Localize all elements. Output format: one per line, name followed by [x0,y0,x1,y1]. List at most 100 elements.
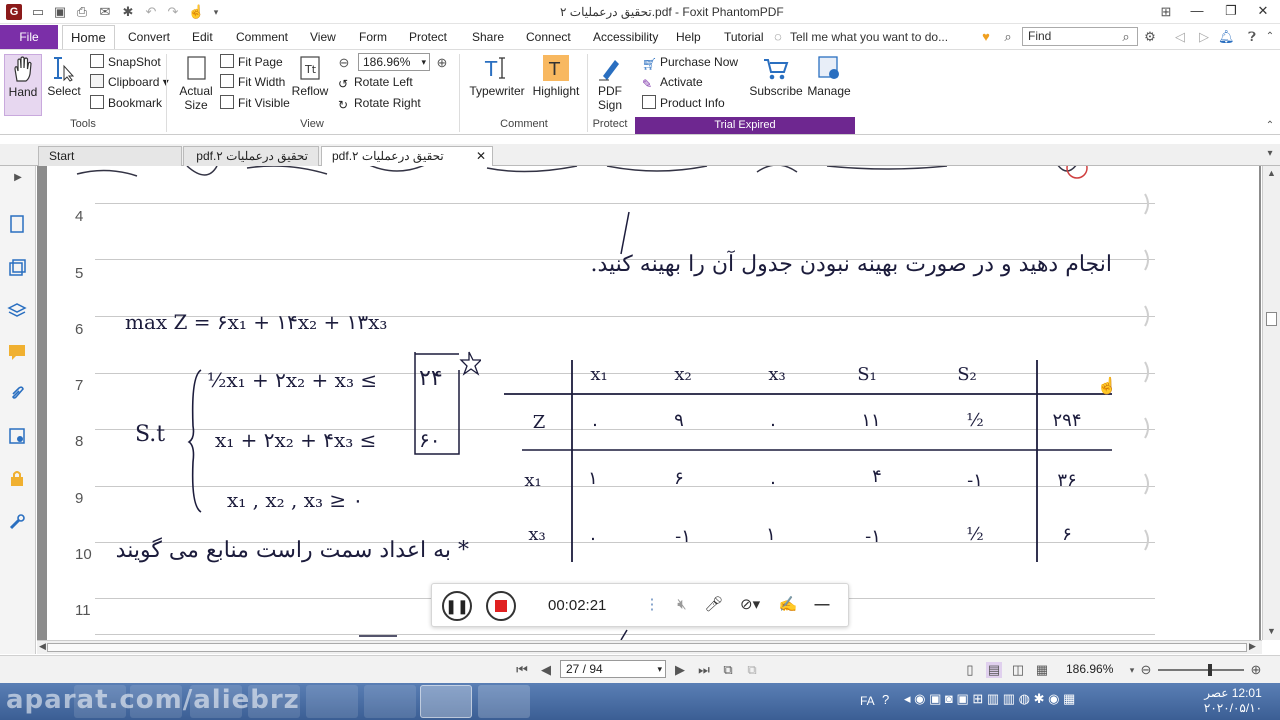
internet-explorer-taskbar-icon[interactable] [130,685,182,718]
facing-view-icon[interactable]: ◫ [1010,662,1026,678]
scroll-left-icon[interactable]: ◀ [39,641,46,652]
tell-me-search[interactable]: Tell me what you want to do... [790,25,948,49]
split-view-icon[interactable]: ⧉ [744,662,760,678]
redo-icon[interactable]: ↷ [165,4,181,20]
continuous-view-icon[interactable]: ▤ [986,662,1002,678]
layers-icon[interactable] [7,258,27,278]
minimize-recorder-icon[interactable]: — [812,595,832,615]
collapse-ribbon-icon[interactable]: ⌃ [1262,29,1278,45]
tab-share[interactable]: Share [472,25,504,49]
first-page-icon[interactable]: ⏮ [514,662,530,678]
opera-taskbar-icon[interactable] [306,685,358,718]
ribbon-display-icon[interactable]: ⊞ [1158,4,1174,20]
customize-dropdown-icon[interactable]: ▾ [208,4,224,20]
lock-icon[interactable] [7,468,27,488]
pages-icon[interactable] [7,214,27,234]
signature-panel-icon[interactable] [7,426,27,446]
subscribe-button[interactable]: Subscribe [748,54,804,98]
file-explorer-taskbar-icon[interactable] [190,685,242,718]
close-tab-icon[interactable]: ✕ [476,147,486,166]
tab-view[interactable]: View [310,25,336,49]
actual-size-button[interactable]: Actual Size [176,54,216,112]
search-icon[interactable]: ⌕ [1118,29,1134,45]
minimize-button[interactable]: — [1180,0,1214,22]
hand-tool-quick-icon[interactable]: ☝ [188,4,204,20]
next-page-icon[interactable]: ▶ [672,662,688,678]
horizontal-scroll-thumb[interactable] [47,643,1247,652]
help-icon[interactable]: ❓︎ [1244,29,1260,45]
new-icon[interactable]: ✱ [120,4,136,20]
language-indicator[interactable]: FA [860,694,875,708]
single-page-view-icon[interactable]: ▯ [962,662,978,678]
product-info-button[interactable]: Product Info [642,93,725,113]
rotate-left-button[interactable]: ↺ Rotate Left [336,72,413,92]
scroll-right-icon[interactable]: ▶ [1249,641,1256,652]
heart-icon[interactable]: ♥ [978,29,994,45]
tab-list-icon[interactable]: ▾ [1262,146,1278,162]
fit-page-button[interactable]: Fit Page [220,52,283,72]
tab-accessibility[interactable]: Accessibility [593,25,658,49]
back-icon[interactable]: ◁ [1172,29,1188,45]
help-tray-icon[interactable]: ? [882,692,889,707]
reflow-button[interactable]: Tt Reflow [290,54,330,98]
screen-recorder-taskbar-icon[interactable] [478,685,530,718]
media-player-taskbar-icon[interactable] [74,685,126,718]
attachment-icon[interactable] [7,384,27,404]
tab-protect[interactable]: Protect [409,25,447,49]
tab-help[interactable]: Help [676,25,701,49]
print-icon[interactable]: ⎙ [74,4,90,20]
pdf-sign-button[interactable]: PDF Sign [592,54,628,112]
microphone-icon[interactable]: 🎤︎ [704,595,724,615]
page-number-input[interactable]: 27 / 94 ▾ [560,660,666,678]
select-tool-button[interactable]: Select [46,54,82,98]
tab-start[interactable]: Start [38,146,182,166]
close-window-button[interactable]: ✕ [1246,0,1280,22]
restore-button[interactable]: ❐ [1214,0,1248,22]
zoom-in-icon[interactable]: ⊕ [434,55,450,71]
activate-button[interactable]: ✎ Activate [642,72,703,92]
last-page-icon[interactable]: ⏭ [696,662,712,678]
settings-gear-icon[interactable]: ⚙ [1142,29,1158,45]
zoom-slider-thumb[interactable] [1208,664,1212,676]
tab-home[interactable]: Home [62,25,115,49]
tab-convert[interactable]: Convert [128,25,170,49]
stop-record-button[interactable] [486,591,516,621]
status-zoom-level[interactable]: 186.96% [1066,662,1113,676]
tab-comment[interactable]: Comment [236,25,288,49]
horizontal-scrollbar[interactable]: ◀ ▶ [37,640,1262,654]
speaker-muted-icon[interactable]: 🔇︎ [672,595,692,615]
highlight-button[interactable]: T Highlight [531,54,581,98]
continuous-facing-view-icon[interactable]: ▦ [1034,662,1050,678]
undo-icon[interactable]: ↶ [143,4,159,20]
scroll-down-icon[interactable]: ▼ [1267,626,1276,636]
typewriter-button[interactable]: T Typewriter [468,54,526,98]
tab-edit[interactable]: Edit [192,25,213,49]
zoom-in-status-icon[interactable]: ⊕ [1248,662,1264,678]
email-icon[interactable]: ✉ [97,4,113,20]
tray-icons[interactable]: ◂ ◉ ▣ ◙ ▣ ⊞ ▥ ▥ ◍ ✱ ◉ ▦ [904,691,1075,707]
expand-panel-icon[interactable]: ▶ [10,170,26,186]
zoom-slider-track[interactable] [1158,669,1244,671]
save-icon[interactable]: ▣ [52,4,68,20]
clipboard-button[interactable]: Clipboard ▾ [90,72,169,92]
rotate-right-button[interactable]: ↻ Rotate Right [336,93,421,113]
fit-visible-button[interactable]: Fit Visible [220,93,290,113]
fit-width-button[interactable]: Fit Width [220,72,285,92]
zoom-out-icon[interactable]: ⊖ [336,55,352,71]
tools-wrench-icon[interactable] [7,512,27,532]
tab-connect[interactable]: Connect [526,25,571,49]
find-options-icon[interactable]: ⌕ [1000,29,1016,45]
document-viewport[interactable]: 4 5 6 7 8 9 10 11 انجام دهید و در صورت ب… [37,166,1261,640]
tab-tutorial[interactable]: Tutorial [724,25,764,49]
zoom-out-status-icon[interactable]: ⊖ [1138,662,1154,678]
system-clock[interactable]: 12:01 عصر ۲۰۲۰/۰۵/۱۰ [1198,686,1268,716]
tab-document-1[interactable]: تحقیق درعملیات ۲.pdf [183,146,319,166]
stack-icon[interactable] [7,300,27,320]
purchase-now-button[interactable]: 🛒︎ Purchase Now [642,52,738,72]
visual-studio-taskbar-icon[interactable] [364,685,416,718]
tab-form[interactable]: Form [359,25,387,49]
forward-icon[interactable]: ▷ [1196,29,1212,45]
tab-document-2-active[interactable]: تحقیق درعملیات ۲.pdf ✕ [321,146,493,166]
open-folder-icon[interactable]: ▭ [30,4,46,20]
comment-icon[interactable] [7,342,27,362]
